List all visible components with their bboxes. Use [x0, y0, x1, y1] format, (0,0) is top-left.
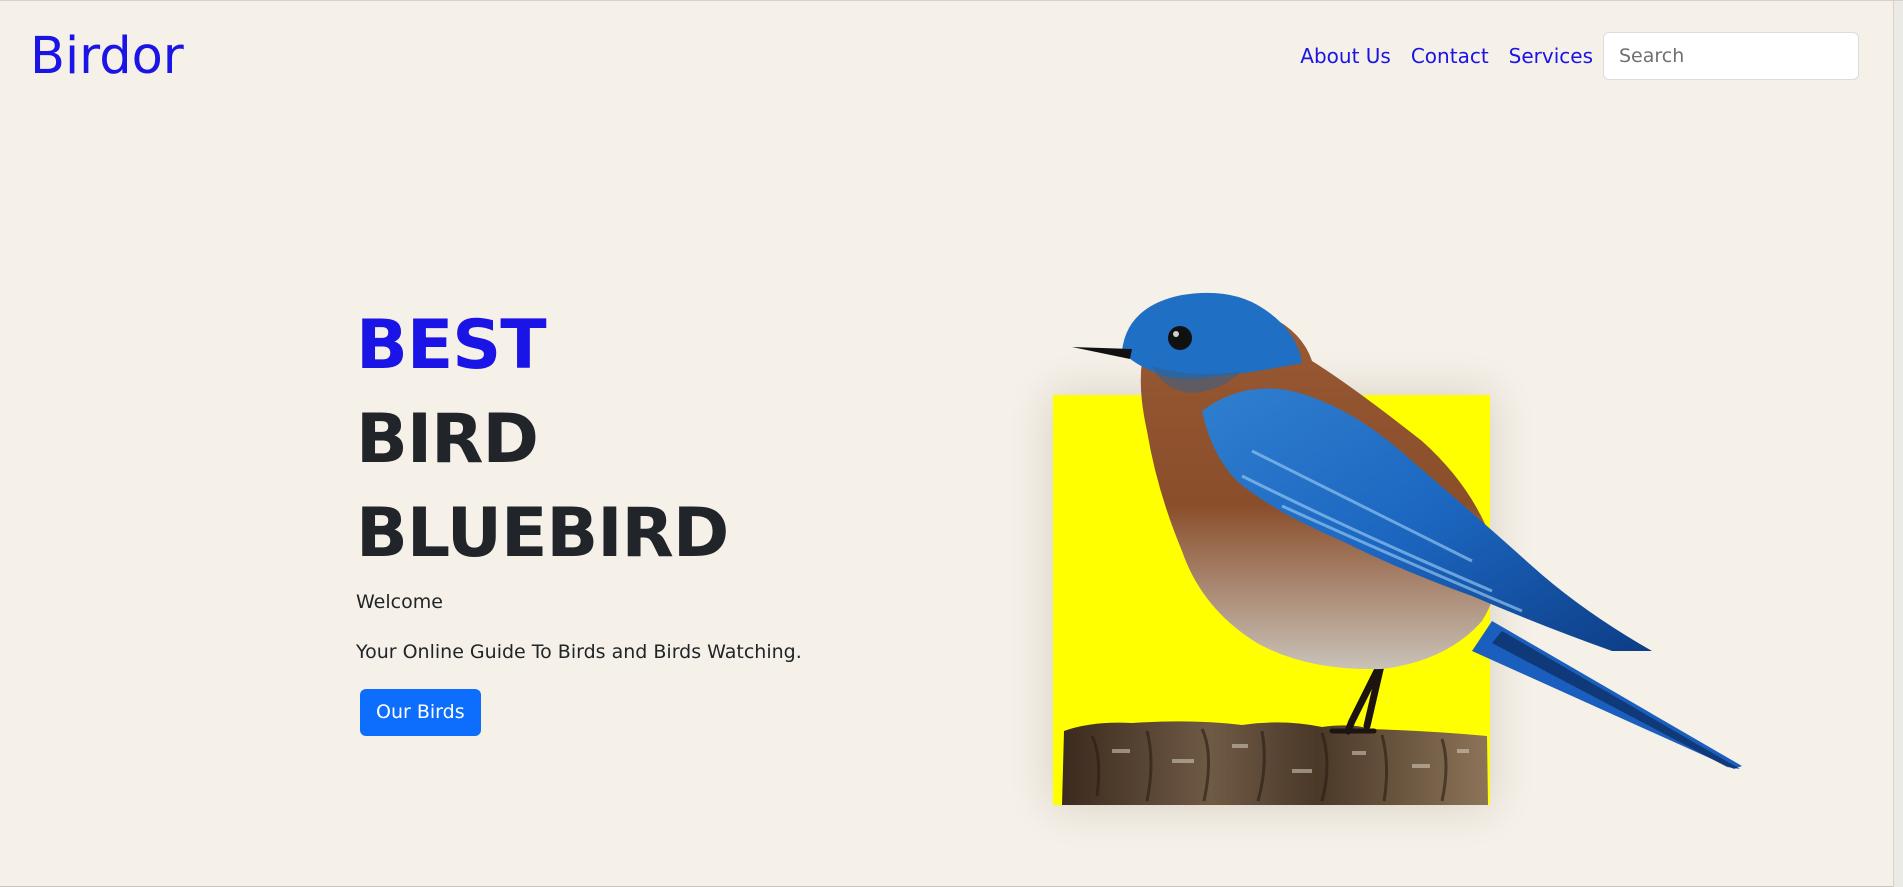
nav-services[interactable]: Services: [1509, 44, 1593, 68]
hero-text: BEST BIRD BLUEBIRD Welcome Your Online G…: [356, 299, 802, 736]
welcome-text: Welcome: [356, 591, 443, 613]
bird-eye-highlight: [1173, 331, 1179, 337]
bird-leg: [1344, 657, 1386, 735]
bluebird-image: [1062, 292, 1742, 805]
bird-head: [1122, 292, 1302, 379]
brand-logo[interactable]: Birdor: [30, 27, 184, 87]
stump-shape: [1062, 721, 1488, 805]
top-nav: About Us Contact Services: [1300, 31, 1859, 81]
bird-beak: [1072, 347, 1132, 359]
search-input[interactable]: [1603, 32, 1859, 80]
nav-about-us[interactable]: About Us: [1300, 44, 1391, 68]
nav-contact[interactable]: Contact: [1411, 44, 1489, 68]
headline-bluebird: BLUEBIRD: [356, 494, 729, 573]
bird-tail-dark: [1492, 631, 1740, 769]
our-birds-button[interactable]: Our Birds: [360, 689, 481, 736]
headline-best: BEST: [356, 306, 547, 385]
scrollbar[interactable]: [1893, 1, 1903, 887]
headline-bird: BIRD: [356, 400, 539, 479]
tagline-text: Your Online Guide To Birds and Birds Wat…: [356, 641, 802, 663]
bird-eye: [1168, 326, 1192, 350]
page: Birdor About Us Contact Services BEST BI…: [0, 0, 1903, 887]
